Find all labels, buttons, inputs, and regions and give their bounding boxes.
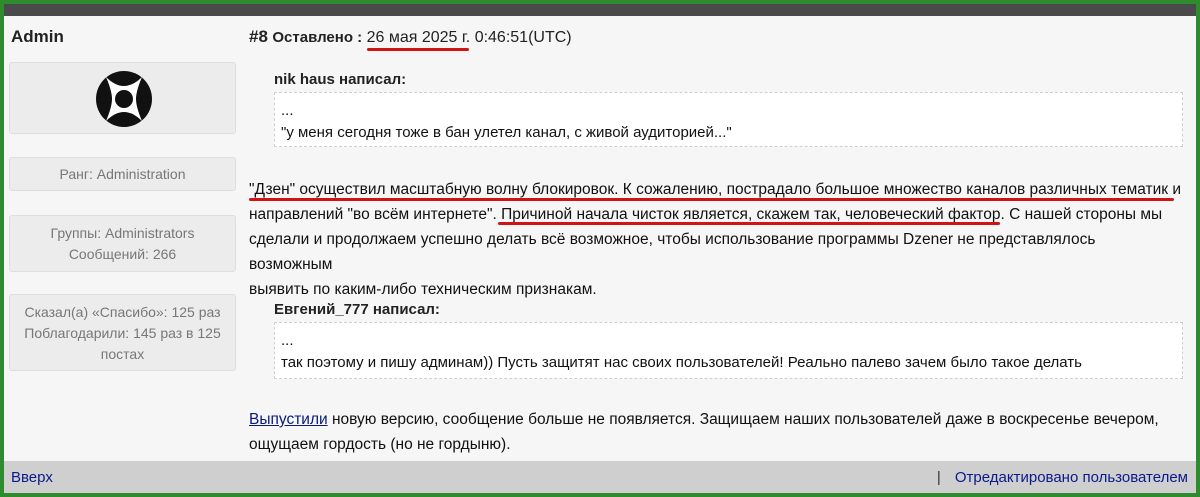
- quote-ellipsis: ...: [281, 102, 294, 119]
- quote-author: nik haus написал:: [274, 71, 407, 88]
- quote-text: "у меня сегодня тоже в бан улетел канал,…: [281, 124, 732, 141]
- date-highlight-underline: [367, 48, 469, 51]
- messages-count: Сообщений: 266: [68, 246, 177, 262]
- avatar-box: [9, 62, 236, 134]
- post-meta: #8 Оставлено : 26 мая 2025 г. 0:46:51(UT…: [249, 27, 572, 47]
- back-to-top-link[interactable]: Вверх: [11, 461, 53, 495]
- quote-box: ... "у меня сегодня тоже в бан улетел ка…: [274, 92, 1183, 147]
- author-name[interactable]: Admin: [11, 27, 64, 47]
- paragraph-line: ощущаем гордость (но не гордыню).: [249, 436, 511, 453]
- text-span: С нашей стороны мы: [1004, 206, 1163, 223]
- release-link[interactable]: Выпустили: [249, 411, 328, 428]
- post-header-bar: [4, 4, 1196, 16]
- groups-text: Группы: Administrators: [50, 225, 195, 241]
- post-date: 26 мая 2025 г.: [366, 29, 471, 46]
- thanks-info: Сказал(а) «Спасибо»: 125 раз Поблагодари…: [9, 294, 236, 371]
- highlighted-text: Причиной начала чисток является, скажем …: [501, 206, 1005, 223]
- paragraph-line: Выпустили новую версию, сообщение больше…: [249, 407, 1183, 432]
- thanks-said: Сказал(а) «Спасибо»: 125 раз: [24, 304, 221, 320]
- thanked-line2: постах: [100, 346, 145, 362]
- posted-label: Оставлено :: [272, 29, 363, 46]
- quote-box: ... так поэтому и пишу админам)) Пусть з…: [274, 322, 1183, 379]
- footer-separator: |: [936, 469, 941, 486]
- paragraph-line: выявить по каким-либо техническим призна…: [249, 281, 597, 298]
- post-time: 0:46:51(UTC): [474, 29, 572, 46]
- paragraph-highlight-underline: [249, 198, 1174, 201]
- quote-author: Евгений_777 написал:: [274, 301, 440, 318]
- quote-text: так поэтому и пишу админам)) Пусть защит…: [281, 354, 1082, 371]
- post-number[interactable]: #8: [249, 27, 268, 46]
- post-paragraph: Выпустили новую версию, сообщение больше…: [249, 407, 1183, 457]
- rank-text: Ранг: Administration: [59, 166, 186, 182]
- post-footer: Вверх | Отредактировано пользователем: [4, 461, 1196, 493]
- post-paragraph: "Дзен" осуществил масштабную волну блоки…: [249, 177, 1183, 302]
- thanked-line1: Поблагодарили: 145 раз в 125: [24, 325, 221, 341]
- edited-by-link[interactable]: Отредактировано пользователем: [955, 469, 1188, 486]
- paragraph-line: сделали и продолжаем успешно делать всё …: [249, 231, 1096, 273]
- groups-info: Группы: Administrators Сообщений: 266: [9, 215, 236, 272]
- rank-badge: Ранг: Administration: [9, 157, 236, 191]
- phrase-highlight-underline: [498, 222, 1000, 225]
- text-span: новую версию, сообщение больше не появля…: [327, 411, 1159, 428]
- text-span: направлений "во всём интернете".: [249, 206, 502, 223]
- avatar-icon[interactable]: [96, 71, 152, 127]
- quote-ellipsis: ...: [281, 332, 294, 349]
- footer-right: | Отредактировано пользователем: [937, 461, 1188, 495]
